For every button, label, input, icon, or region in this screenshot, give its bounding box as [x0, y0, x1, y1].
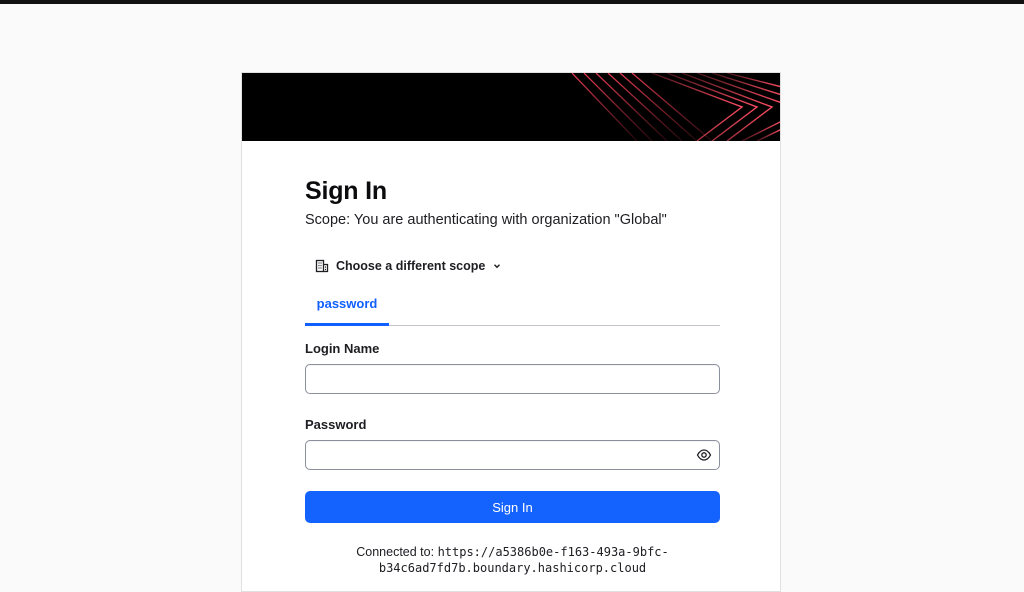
tab-password[interactable]: password — [305, 285, 389, 326]
banner — [242, 73, 780, 141]
sign-in-card: Sign In Scope: You are authenticating wi… — [241, 72, 781, 592]
auth-method-tabs: password — [305, 285, 720, 326]
top-bar — [0, 0, 1024, 4]
password-input[interactable] — [305, 440, 720, 470]
building-icon — [315, 259, 329, 273]
choose-scope-button[interactable]: Choose a different scope — [315, 254, 502, 278]
connected-url-part1: https://a5386b0e-f163-493a-9bfc- — [437, 545, 669, 559]
banner-graphic — [571, 73, 780, 141]
scope-description: Scope: You are authenticating with organ… — [305, 212, 667, 228]
sign-in-button[interactable]: Sign In — [305, 491, 720, 523]
login-name-input[interactable] — [305, 364, 720, 394]
password-label: Password — [305, 417, 367, 432]
chevron-down-icon — [492, 261, 502, 271]
page-title: Sign In — [305, 177, 387, 205]
connected-label: Connected to: — [356, 545, 435, 559]
connected-url-part2: b34c6ad7fd7b.boundary.hashicorp.cloud — [378, 561, 647, 575]
login-name-label: Login Name — [305, 341, 380, 356]
choose-scope-label: Choose a different scope — [336, 259, 486, 273]
eye-icon[interactable] — [696, 447, 712, 463]
connection-info: Connected to: https://a5386b0e-f163-493a… — [305, 544, 720, 576]
